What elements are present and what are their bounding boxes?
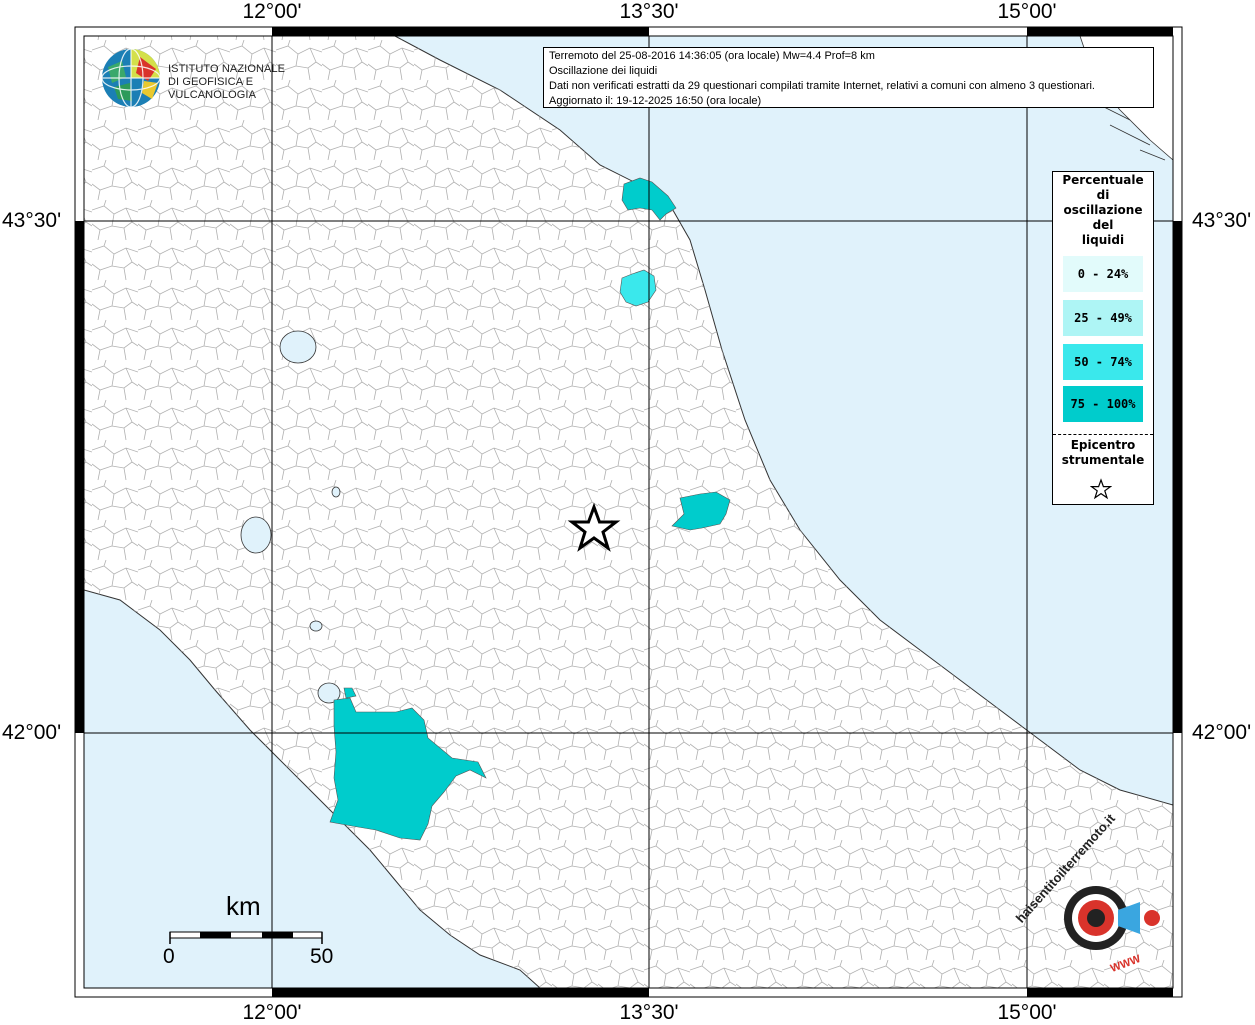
lat-label-right-42: 42°00' — [1192, 721, 1252, 744]
legend-title-line: di — [1096, 188, 1110, 202]
lat-label-left-42: 42°00' — [2, 721, 62, 744]
event-info-box: Terremoto del 25-08-2016 14:36:05 (ora l… — [543, 47, 1154, 108]
lon-label-bottom-13-30: 13°30' — [619, 1001, 679, 1024]
lat-label-left-43-30: 43°30' — [2, 209, 62, 232]
legend-title-line: oscillazione — [1063, 203, 1143, 217]
legend-epicenter-label: Epicentro strumentale — [1053, 438, 1153, 468]
lat-label-right-43-30: 43°30' — [1192, 209, 1252, 232]
legend-epicenter-line: Epicentro — [1070, 438, 1136, 452]
lon-label-bottom-12: 12°00' — [242, 1001, 302, 1024]
map-subject: Oscillazione dei liquidi — [549, 65, 658, 77]
legend-title-line: Percentuale — [1062, 173, 1144, 187]
lon-label-top-12: 12°00' — [242, 0, 302, 23]
legend-item-0-24: 0 - 24% — [1063, 256, 1143, 292]
lake-bolsena — [240, 516, 272, 554]
lake-vico — [309, 620, 323, 632]
event-title: Terremoto del 25-08-2016 14:36:05 (ora l… — [549, 50, 875, 62]
ingv-globe-icon — [101, 48, 161, 108]
scale-min-label: 0 — [163, 945, 175, 968]
ingv-name-line1: ISTITUTO NAZIONALE — [168, 63, 286, 75]
update-timestamp: Aggiornato il: 19-12-2025 16:50 (ora loc… — [549, 95, 762, 107]
legend-title-line: liquidi — [1081, 233, 1125, 247]
legend-item-50-74: 50 - 74% — [1063, 344, 1143, 380]
legend-epicenter-line: strumentale — [1061, 453, 1145, 467]
ingv-logo: ISTITUTO NAZIONALE DI GEOFISICA E VULCAN… — [100, 47, 330, 111]
scale-max-label: 50 — [310, 945, 334, 968]
legend-title-line: del — [1092, 218, 1114, 232]
haisentito-logo: haisentitoilterremoto.it WWW — [1013, 811, 1178, 980]
legend-item-75-100: 75 - 100% — [1063, 386, 1143, 422]
lon-label-top-15: 15°00' — [997, 0, 1057, 23]
legend-star-icon — [1090, 478, 1112, 500]
data-note: Dati non verificati estratti da 29 quest… — [549, 80, 1095, 92]
legend-title: Percentuale di oscillazione del liquidi — [1053, 173, 1153, 248]
legend-divider — [1053, 434, 1153, 435]
legend-item-25-49: 25 - 49% — [1063, 300, 1143, 336]
scale-unit: km — [226, 891, 261, 921]
legend: Percentuale di oscillazione del liquidi … — [1052, 171, 1154, 505]
lake-trasimeno — [279, 330, 317, 364]
ingv-name-line2: DI GEOFISICA E VULCANOLOGIA — [168, 76, 257, 101]
lon-label-top-13-30: 13°30' — [619, 0, 679, 23]
lon-label-bottom-15: 15°00' — [997, 1001, 1057, 1024]
